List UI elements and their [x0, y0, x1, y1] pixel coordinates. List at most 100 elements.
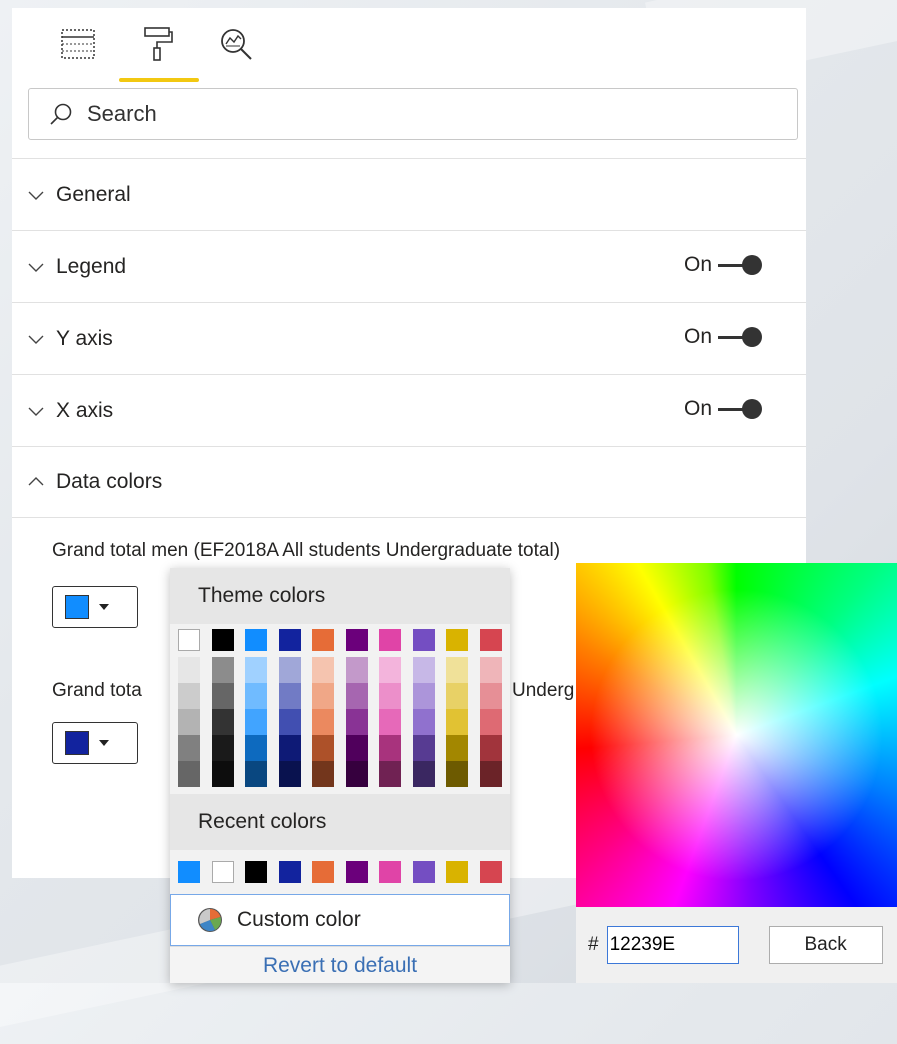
- theme-shade-swatch[interactable]: [379, 709, 401, 735]
- color-spectrum[interactable]: [576, 563, 897, 907]
- theme-shade-swatch[interactable]: [412, 657, 435, 683]
- theme-shade-swatch[interactable]: [345, 761, 368, 787]
- theme-color-swatch[interactable]: [245, 629, 267, 651]
- theme-shade-swatch[interactable]: [446, 735, 468, 761]
- theme-shade-swatch[interactable]: [345, 683, 368, 709]
- theme-color-swatch[interactable]: [278, 629, 301, 651]
- recent-color-row: [170, 850, 510, 894]
- theme-shade-swatch[interactable]: [178, 761, 200, 787]
- theme-shade-swatch[interactable]: [479, 709, 502, 735]
- revert-to-default-link[interactable]: Revert to default: [170, 946, 510, 983]
- theme-color-swatch[interactable]: [178, 629, 200, 651]
- theme-shade-swatch[interactable]: [345, 709, 368, 735]
- hex-input[interactable]: [606, 926, 739, 964]
- analytics-tab[interactable]: [218, 26, 254, 62]
- theme-shade-swatch[interactable]: [446, 709, 468, 735]
- theme-shade-swatch[interactable]: [278, 709, 301, 735]
- recent-color-swatch[interactable]: [379, 861, 401, 883]
- color-picker-button-men[interactable]: [52, 586, 138, 628]
- theme-shade-swatch[interactable]: [479, 683, 502, 709]
- color-picker-button-2[interactable]: [52, 722, 138, 764]
- toggle-knob: [742, 254, 762, 275]
- back-button[interactable]: Back: [768, 926, 883, 964]
- theme-shade-swatch[interactable]: [479, 735, 502, 761]
- theme-shade-swatch[interactable]: [379, 761, 401, 787]
- search-input[interactable]: [85, 100, 689, 128]
- y-axis-toggle[interactable]: On: [684, 325, 762, 349]
- toggle-label: On: [683, 397, 712, 420]
- section-x-axis[interactable]: X axis On: [12, 374, 806, 446]
- custom-color-option[interactable]: Custom color: [170, 894, 510, 946]
- theme-shade-swatch[interactable]: [312, 735, 334, 761]
- theme-shade-swatch[interactable]: [345, 735, 368, 761]
- recent-color-swatch[interactable]: [245, 861, 267, 883]
- recent-color-swatch[interactable]: [345, 861, 368, 883]
- x-axis-toggle[interactable]: On: [683, 397, 762, 421]
- theme-color-swatch[interactable]: [446, 629, 468, 651]
- theme-color-swatch[interactable]: [479, 629, 502, 651]
- recent-color-swatch[interactable]: [479, 861, 502, 883]
- theme-shade-swatch[interactable]: [379, 657, 401, 683]
- theme-shade-swatch[interactable]: [446, 683, 468, 709]
- search-box[interactable]: [28, 88, 798, 140]
- theme-shade-swatch[interactable]: [412, 735, 435, 761]
- theme-shade-swatch[interactable]: [278, 735, 301, 761]
- section-title: Data colors: [56, 470, 163, 493]
- theme-shade-swatch[interactable]: [379, 683, 401, 709]
- theme-color-swatch[interactable]: [312, 629, 334, 651]
- theme-shade-swatch[interactable]: [211, 709, 234, 735]
- theme-shade-swatch[interactable]: [412, 761, 435, 787]
- theme-shade-swatch[interactable]: [312, 761, 334, 787]
- theme-shade-swatch[interactable]: [278, 683, 301, 709]
- legend-toggle[interactable]: On: [684, 253, 762, 277]
- theme-shade-swatch[interactable]: [278, 761, 301, 787]
- theme-shade-swatch[interactable]: [178, 735, 200, 761]
- theme-shade-swatch[interactable]: [379, 735, 401, 761]
- recent-color-swatch[interactable]: [278, 861, 301, 883]
- fields-tab[interactable]: [60, 26, 96, 62]
- section-title: General: [56, 182, 131, 206]
- theme-shade-swatch[interactable]: [178, 683, 200, 709]
- theme-shade-swatch[interactable]: [446, 657, 468, 683]
- theme-shade-swatch[interactable]: [211, 657, 234, 683]
- theme-shade-swatch[interactable]: [446, 761, 468, 787]
- theme-shade-swatch[interactable]: [412, 709, 435, 735]
- theme-shade-swatch[interactable]: [245, 761, 267, 787]
- theme-shade-swatch[interactable]: [178, 709, 200, 735]
- chevron-up-icon: [28, 477, 44, 486]
- theme-shade-swatch[interactable]: [479, 761, 502, 787]
- theme-shade-swatch[interactable]: [211, 735, 234, 761]
- theme-colors-header: Theme colors: [170, 568, 510, 624]
- section-general[interactable]: General: [12, 158, 806, 230]
- theme-color-swatch[interactable]: [211, 629, 234, 651]
- theme-color-swatch[interactable]: [345, 629, 368, 651]
- recent-color-swatch[interactable]: [446, 861, 468, 883]
- section-legend[interactable]: Legend On: [12, 230, 806, 302]
- theme-shade-swatch[interactable]: [312, 657, 334, 683]
- hex-hash-label: #: [588, 934, 599, 955]
- fields-icon: [61, 29, 95, 59]
- section-data-colors[interactable]: Data colors: [12, 446, 806, 518]
- theme-shade-swatch[interactable]: [245, 709, 267, 735]
- recent-color-swatch[interactable]: [412, 861, 435, 883]
- theme-shade-swatch[interactable]: [211, 683, 234, 709]
- theme-shade-swatch[interactable]: [278, 657, 301, 683]
- recent-color-swatch[interactable]: [312, 861, 334, 883]
- theme-shade-swatch[interactable]: [312, 709, 334, 735]
- recent-color-swatch[interactable]: [211, 861, 234, 883]
- theme-shade-swatch[interactable]: [211, 761, 234, 787]
- theme-shade-swatch[interactable]: [345, 657, 368, 683]
- toggle-track: [718, 398, 762, 419]
- theme-shade-swatch[interactable]: [412, 683, 435, 709]
- theme-color-swatch[interactable]: [379, 629, 401, 651]
- format-tab[interactable]: [140, 26, 176, 62]
- recent-color-swatch[interactable]: [178, 861, 200, 883]
- theme-shade-swatch[interactable]: [245, 657, 267, 683]
- theme-shade-swatch[interactable]: [178, 657, 200, 683]
- theme-shade-swatch[interactable]: [479, 657, 502, 683]
- theme-shade-swatch[interactable]: [245, 735, 267, 761]
- theme-color-swatch[interactable]: [412, 629, 435, 651]
- section-y-axis[interactable]: Y axis On: [12, 302, 806, 374]
- theme-shade-swatch[interactable]: [245, 683, 267, 709]
- theme-shade-swatch[interactable]: [312, 683, 334, 709]
